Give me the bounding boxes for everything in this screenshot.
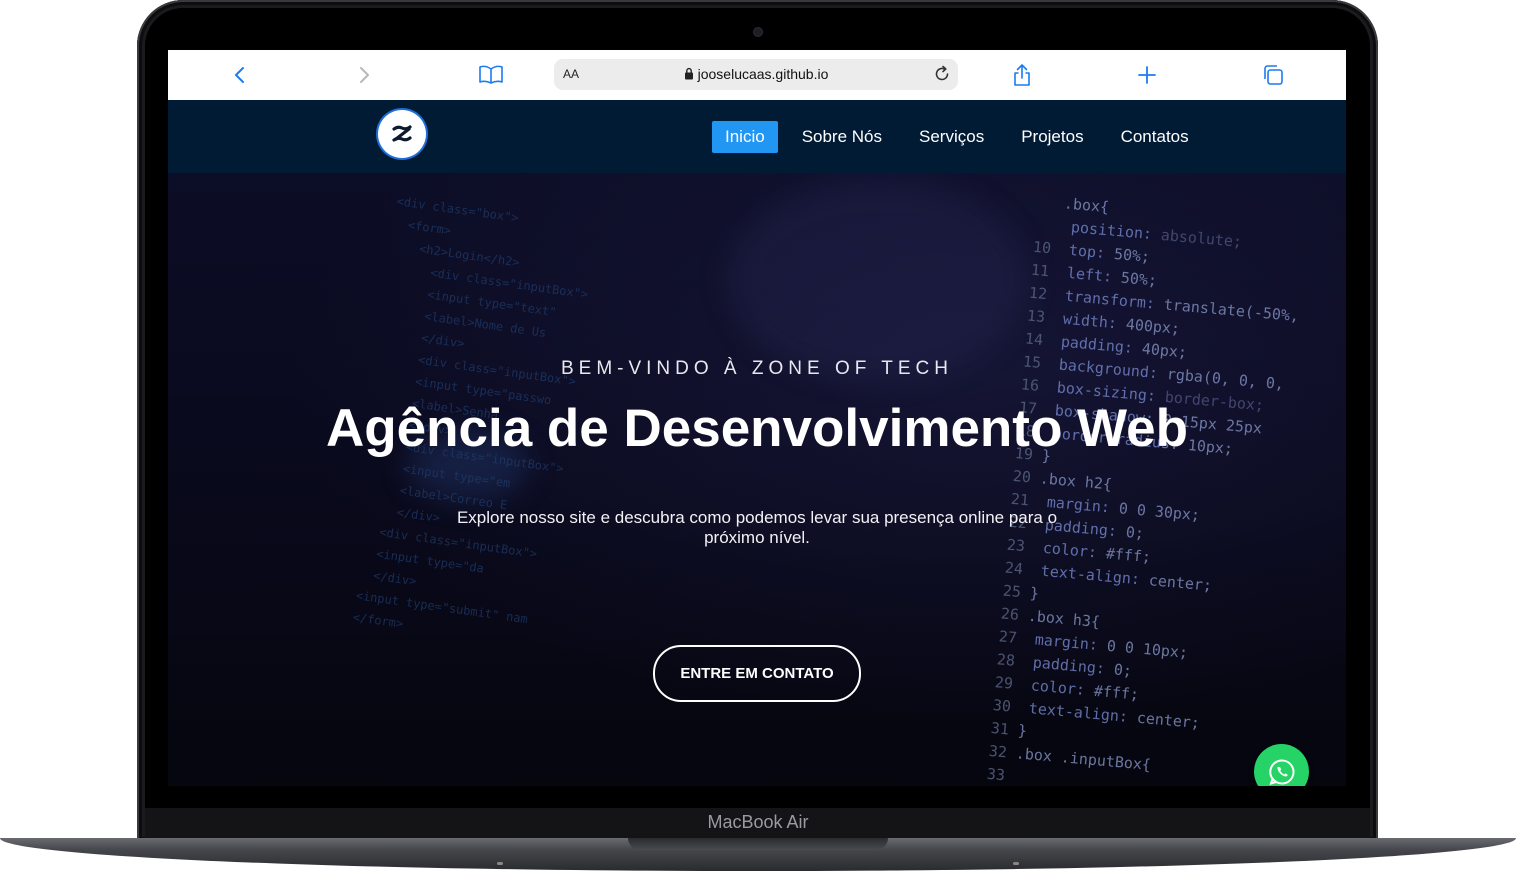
site-menu: Inicio Sobre Nós Serviços Projetos Conta… [712,121,1213,153]
chevron-left-icon [235,67,244,83]
hero-headline: Agência de Desenvolvimento Web [326,399,1188,458]
new-tab-button[interactable] [1132,60,1162,90]
laptop-hinge-notch [628,838,888,850]
website: <div class="box"> <form> <h2>Login</h2> … [168,100,1346,786]
nav-link-servicos[interactable]: Serviços [906,121,997,153]
laptop-foot [497,862,503,865]
lock-icon [684,67,693,80]
tabs-button[interactable] [1258,60,1288,90]
share-icon [1014,64,1030,86]
nav-link-inicio[interactable]: Inicio [712,121,778,153]
camera [754,28,762,36]
bookmarks-button[interactable] [476,60,506,90]
chevron-right-icon [360,67,369,83]
bookmarks-icon [479,65,503,84]
whatsapp-icon [1268,758,1294,785]
browser-toolbar: AA jooselucaas.github.io [168,50,1346,101]
device-model-label: MacBook Air [707,812,809,832]
nav-link-sobre-nos[interactable]: Sobre Nós [789,121,895,153]
nav-link-contatos[interactable]: Contatos [1108,121,1202,153]
site-logo[interactable] [378,110,426,158]
address-bar[interactable]: AA jooselucaas.github.io [554,59,958,90]
forward-button[interactable] [349,60,379,90]
reload-button[interactable] [932,64,952,89]
laptop-foot [1013,862,1019,865]
laptop-screen: AA jooselucaas.github.io <div class="box… [168,50,1346,786]
share-button[interactable] [1007,60,1037,90]
hero-welcome: BEM-VINDO À ZONE OF TECH [560,358,953,379]
url-text: jooselucaas.github.io [697,66,829,82]
nav-link-projetos[interactable]: Projetos [1008,121,1096,153]
hero-section: BEM-VINDO À ZONE OF TECH Agência de Dese… [168,100,1346,786]
z-logo-icon [392,125,412,142]
site-navbar: Inicio Sobre Nós Serviços Projetos Conta… [168,100,1346,173]
url-display: jooselucaas.github.io [554,66,958,82]
back-button[interactable] [225,60,255,90]
contact-button[interactable]: ENTRE EM CONTATO [653,645,861,702]
hero-description: Explore nosso site e descubra como podem… [456,508,1058,547]
tabs-icon [1264,65,1283,85]
reload-icon [935,65,949,81]
plus-icon [1138,66,1156,84]
